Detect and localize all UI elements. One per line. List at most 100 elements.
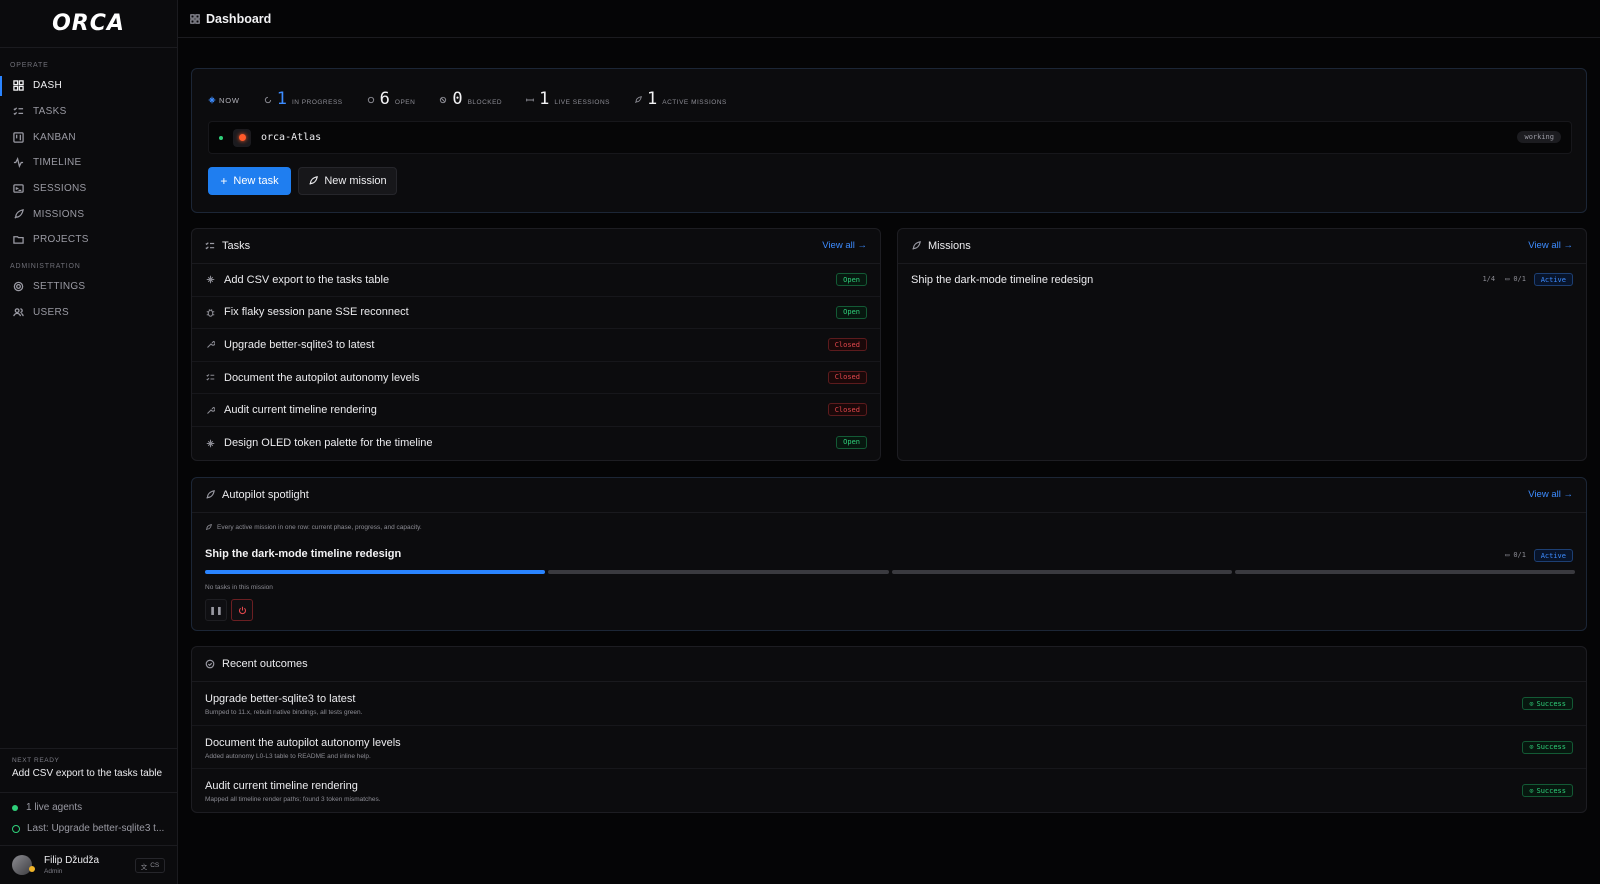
agent-status-dot-icon xyxy=(219,135,223,140)
sidebar-item-tasks[interactable]: TASKS xyxy=(0,99,177,125)
stat-blocked[interactable]: 0 BLOCKED xyxy=(439,89,502,109)
stop-button[interactable] xyxy=(231,599,253,621)
nav-section-operate: OPERATE xyxy=(10,62,49,69)
sidebar-item-label: SETTINGS xyxy=(33,281,86,293)
check-circle-icon: ⊙ xyxy=(1529,699,1534,708)
folder-icon xyxy=(11,233,25,247)
now-card: NOW 1 IN PROGRESS 6 OPEN 0 BLOCKED 1 LIV… xyxy=(191,68,1587,213)
rocket-icon xyxy=(308,176,319,186)
sparkle-icon xyxy=(205,439,215,448)
outcome-title: Upgrade better-sqlite3 to latest xyxy=(205,693,356,705)
new-task-button[interactable]: + New task xyxy=(208,167,291,195)
language-button[interactable]: 文 CS xyxy=(135,858,165,873)
logo-text: ORCA xyxy=(52,11,125,36)
live-agents-text: 1 live agents xyxy=(26,802,83,813)
sidebar-item-label: TIMELINE xyxy=(33,157,82,169)
pause-button[interactable]: ❚❚ xyxy=(205,599,227,621)
stat-active-missions[interactable]: 1 ACTIVE MISSIONS xyxy=(634,89,727,109)
check-circle-icon xyxy=(205,659,215,669)
avatar xyxy=(12,855,35,875)
sidebar-item-users[interactable]: USERS xyxy=(0,300,177,326)
pause-icon: ❚❚ xyxy=(209,605,223,615)
missions-header: Missions View all → xyxy=(898,229,1586,264)
tasks-view-all-link[interactable]: View all → xyxy=(822,240,867,251)
next-ready-label: NEXT READY xyxy=(12,757,60,764)
stat-in-progress[interactable]: 1 IN PROGRESS xyxy=(264,89,343,109)
grid-icon xyxy=(11,79,25,93)
task-row[interactable]: Fix flaky session pane SSE reconnect Ope… xyxy=(192,297,880,330)
status-badge: Closed xyxy=(827,338,867,352)
sidebar-item-sessions[interactable]: SESSIONS xyxy=(0,176,177,202)
user-bar[interactable]: Filip Džudža Admin 文 CS xyxy=(0,845,177,884)
status-badge: Open xyxy=(836,305,867,319)
task-row[interactable]: Document the autopilot autonomy levels C… xyxy=(192,362,880,395)
stat-label: BLOCKED xyxy=(467,99,503,106)
outcome-detail: Bumped to 11.x, rebuilt native bindings,… xyxy=(205,709,363,716)
outcome-title: Audit current timeline rendering xyxy=(205,780,358,792)
missions-title: Missions xyxy=(928,240,971,252)
rocket-icon xyxy=(911,241,921,251)
outcome-row[interactable]: Audit current timeline rendering Mapped … xyxy=(192,769,1586,813)
phase-segment xyxy=(548,570,889,574)
next-ready-panel[interactable]: NEXT READY Add CSV export to the tasks t… xyxy=(0,748,177,787)
sidebar-item-dash[interactable]: DASH xyxy=(0,73,177,99)
outcomes-header: Recent outcomes xyxy=(192,647,1586,682)
new-task-label: New task xyxy=(233,175,279,187)
stat-value: 1 xyxy=(539,89,550,109)
logo[interactable]: ORCA xyxy=(0,0,177,48)
translate-icon: 文 xyxy=(140,863,148,871)
presence-dot-icon xyxy=(29,866,35,872)
mission-sessions: 0/1 xyxy=(1513,275,1526,283)
stat-label: ACTIVE MISSIONS xyxy=(662,99,727,106)
task-row[interactable]: Add CSV export to the tasks table Open xyxy=(192,264,880,297)
stat-value: 0 xyxy=(452,89,463,109)
agent-name: orca-Atlas xyxy=(261,132,322,143)
wrench-icon xyxy=(205,406,215,415)
task-row[interactable]: Design OLED token palette for the timeli… xyxy=(192,427,880,460)
outcome-row[interactable]: Document the autopilot autonomy levels A… xyxy=(192,726,1586,769)
sidebar-item-settings[interactable]: SETTINGS xyxy=(0,274,177,300)
agent-row[interactable]: orca-Atlas working xyxy=(208,121,1572,154)
stat-open[interactable]: 6 OPEN xyxy=(367,89,416,109)
status-panel: 1 live agents Last: Upgrade better-sqlit… xyxy=(0,792,177,843)
empty-tasks-text: No tasks in this mission xyxy=(205,584,273,591)
users-icon xyxy=(11,305,25,319)
outcome-title: Document the autopilot autonomy levels xyxy=(205,736,401,749)
page-title: Dashboard xyxy=(206,11,272,26)
wrench-icon xyxy=(205,340,215,349)
tasks-card: Tasks View all → Add CSV export to the t… xyxy=(191,228,881,461)
sidebar-item-missions[interactable]: MISSIONS xyxy=(0,201,177,227)
session-icon: ▭ xyxy=(1505,275,1510,283)
missions-view-all-link[interactable]: View all → xyxy=(1528,240,1573,251)
spotlight-mission-meta: ▭ 0/1 xyxy=(1505,551,1526,559)
phase-segment xyxy=(205,570,546,574)
autopilot-view-all-link[interactable]: View all → xyxy=(1528,489,1573,500)
user-role: Admin xyxy=(44,868,63,875)
sidebar-item-label: TASKS xyxy=(33,106,67,118)
sidebar-item-projects[interactable]: PROJECTS xyxy=(0,227,177,253)
new-mission-button[interactable]: New mission xyxy=(298,167,397,195)
spinner-icon xyxy=(264,96,272,104)
now-stats: NOW 1 IN PROGRESS 6 OPEN 0 BLOCKED 1 LIV… xyxy=(208,89,727,109)
sparkle-icon xyxy=(205,275,215,284)
outcome-row[interactable]: Upgrade better-sqlite3 to latest Bumped … xyxy=(192,682,1586,726)
task-row[interactable]: Audit current timeline rendering Closed xyxy=(192,394,880,427)
rocket-icon xyxy=(205,524,212,531)
spotlight-mission-title[interactable]: Ship the dark-mode timeline redesign xyxy=(205,548,401,560)
phase-segment xyxy=(1234,570,1575,574)
session-icon: ▭ xyxy=(1505,551,1510,559)
outcomes-card: Recent outcomes Upgrade better-sqlite3 t… xyxy=(191,646,1587,813)
mission-row[interactable]: Ship the dark-mode timeline redesign 1/4… xyxy=(898,264,1586,297)
stat-value: 1 xyxy=(647,89,658,109)
list-check-icon xyxy=(205,241,215,251)
missions-card: Missions View all → Ship the dark-mode t… xyxy=(897,228,1587,461)
task-title: Document the autopilot autonomy levels xyxy=(224,371,420,384)
stat-live-sessions[interactable]: 1 LIVE SESSIONS xyxy=(526,89,610,109)
task-row[interactable]: Upgrade better-sqlite3 to latest Closed xyxy=(192,329,880,362)
outcome-detail: Added autonomy L0-L3 table to README and… xyxy=(205,752,371,760)
sidebar-item-kanban[interactable]: KANBAN xyxy=(0,124,177,150)
last-outcome-row[interactable]: Last: Upgrade better-sqlite3 t... xyxy=(12,818,165,839)
sidebar-item-timeline[interactable]: TIMELINE xyxy=(0,150,177,176)
autopilot-description: Every active mission in one row: current… xyxy=(205,524,422,531)
sidebar-item-label: KANBAN xyxy=(33,131,76,143)
